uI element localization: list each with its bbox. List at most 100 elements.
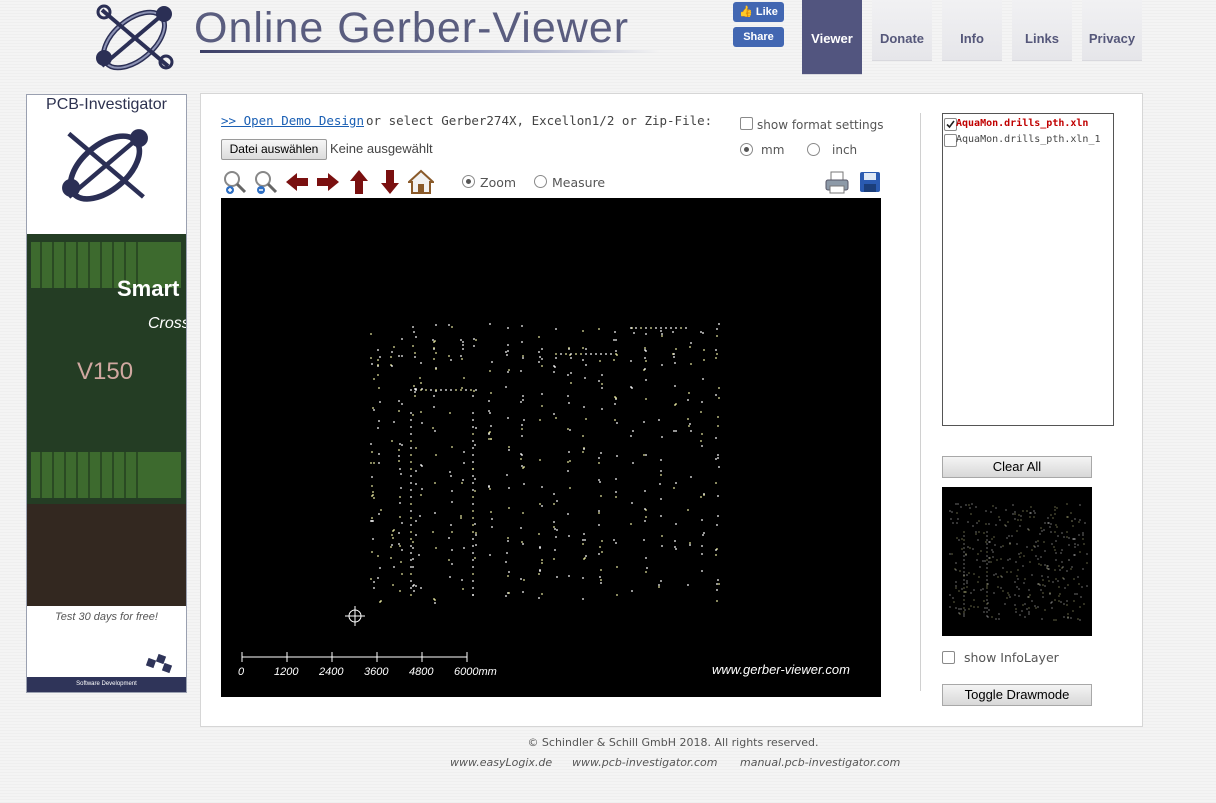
drill-hole: [963, 575, 965, 577]
drill-hole: [1061, 567, 1063, 569]
drill-hole: [980, 589, 982, 591]
drill-hole: [988, 561, 990, 563]
format-settings-checkbox[interactable]: [740, 117, 753, 130]
zoom-in-icon[interactable]: [222, 169, 248, 195]
drill-hole: [949, 553, 951, 555]
save-icon[interactable]: [859, 171, 881, 193]
drill-hole: [1054, 599, 1056, 601]
ad-version: V150: [77, 358, 134, 385]
pan-down-icon[interactable]: [377, 169, 403, 195]
drill-hole: [1058, 565, 1060, 567]
facebook-like-button[interactable]: 👍 Like: [733, 2, 784, 22]
drill-hole: [949, 510, 951, 512]
layer-name[interactable]: AquaMon.drills_pth.xln: [956, 118, 1088, 129]
drill-hole: [1070, 568, 1072, 570]
drill-hole: [1055, 524, 1057, 526]
drill-hole: [1070, 617, 1072, 619]
drill-hole: [1034, 512, 1036, 514]
drill-hole: [1053, 619, 1055, 621]
drill-hole: [1052, 517, 1054, 519]
footer-link-pcb-investigator[interactable]: www.pcb-investigator.com: [572, 756, 717, 769]
drill-hole: [1044, 585, 1046, 587]
drill-hole: [963, 567, 965, 569]
drill-hole: [1082, 568, 1084, 570]
drill-hole: [1026, 546, 1028, 548]
drill-hole: [1047, 576, 1049, 578]
nav-tab-links[interactable]: Links: [1012, 0, 1072, 61]
zoom-mode-radio[interactable]: [462, 175, 475, 188]
drill-hole: [992, 505, 994, 507]
drill-hole: [1033, 516, 1035, 518]
zoom-mode-label: Zoom: [480, 175, 517, 190]
layer-list[interactable]: AquaMon.drills_pth.xln AquaMon.drills_pt…: [942, 113, 1114, 426]
home-icon[interactable]: [408, 169, 434, 195]
drill-hole: [955, 503, 957, 505]
drill-hole: [1038, 583, 1040, 585]
nav-tab-info[interactable]: Info: [942, 0, 1002, 61]
open-demo-link[interactable]: >> Open Demo Design: [221, 113, 364, 128]
drill-hole: [1074, 538, 1076, 540]
drill-hole: [976, 522, 978, 524]
scale-label-4800: 4800: [409, 666, 434, 678]
print-icon[interactable]: [824, 169, 850, 195]
drill-hole: [995, 573, 997, 575]
ad-headline: Smart S: [117, 276, 186, 301]
pan-up-icon[interactable]: [346, 169, 372, 195]
drill-hole: [977, 606, 979, 608]
drill-hole: [1071, 520, 1073, 522]
drill-hole: [957, 503, 959, 505]
file-select-instructions: or select Gerber274X, Excellon1/2 or Zip…: [366, 113, 713, 128]
footer-link-manual[interactable]: manual.pcb-investigator.com: [740, 756, 900, 769]
toggle-drawmode-button[interactable]: Toggle Drawmode: [942, 684, 1092, 706]
drill-hole: [955, 569, 957, 571]
drill-hole: [1039, 584, 1041, 586]
drill-hole: [963, 613, 965, 615]
facebook-share-button[interactable]: Share: [733, 27, 784, 47]
clear-all-button[interactable]: Clear All: [942, 456, 1092, 478]
layer-name[interactable]: AquaMon.drills_pth.xln_1: [956, 134, 1101, 145]
nav-tab-donate[interactable]: Donate: [872, 0, 932, 61]
drill-hole: [985, 523, 987, 525]
unit-mm-radio[interactable]: [740, 143, 753, 156]
drill-hole: [983, 600, 985, 602]
drill-hole: [997, 586, 999, 588]
drill-hole: [963, 599, 965, 601]
drill-hole: [1050, 602, 1052, 604]
zoom-out-icon[interactable]: [253, 169, 279, 195]
scale-label-1200: 1200: [274, 666, 299, 678]
drill-hole: [1039, 533, 1041, 535]
drill-hole: [1002, 590, 1004, 592]
overview-thumbnail[interactable]: [942, 487, 1092, 636]
info-layer-checkbox[interactable]: [942, 651, 955, 664]
layer-item[interactable]: AquaMon.drills_pth.xln_1: [943, 132, 1113, 148]
drill-hole: [963, 547, 965, 549]
measure-mode-radio[interactable]: [534, 175, 547, 188]
drill-hole: [985, 541, 987, 543]
advertisement-banner[interactable]: PCB-Investigator Smart S Cross: [26, 94, 187, 693]
pan-right-icon[interactable]: [315, 169, 341, 195]
drill-hole: [1060, 552, 1062, 554]
nav-tab-privacy[interactable]: Privacy: [1082, 0, 1142, 61]
drill-hole: [1010, 571, 1012, 573]
gerber-canvas[interactable]: [221, 198, 881, 697]
drill-hole: [1014, 604, 1016, 606]
layer-item[interactable]: AquaMon.drills_pth.xln: [943, 116, 1113, 132]
choose-file-button[interactable]: Datei auswählen: [221, 139, 327, 160]
drill-hole: [1000, 587, 1002, 589]
drill-hole: [986, 603, 988, 605]
drill-hole: [1040, 527, 1042, 529]
drill-hole: [1061, 549, 1063, 551]
drill-hole: [966, 580, 968, 582]
drill-hole: [951, 511, 953, 513]
drill-hole: [1029, 561, 1031, 563]
pan-left-icon[interactable]: [284, 169, 310, 195]
cubes-icon: [145, 653, 173, 674]
drill-hole: [998, 618, 1000, 620]
nav-tab-viewer[interactable]: Viewer: [802, 0, 862, 75]
drill-hole: [1023, 582, 1025, 584]
drill-hole: [1042, 592, 1044, 594]
drill-hole: [986, 587, 988, 589]
unit-inch-radio[interactable]: [807, 143, 820, 156]
drill-hole: [1002, 545, 1004, 547]
footer-link-easylogix[interactable]: www.easyLogix.de: [450, 756, 552, 769]
